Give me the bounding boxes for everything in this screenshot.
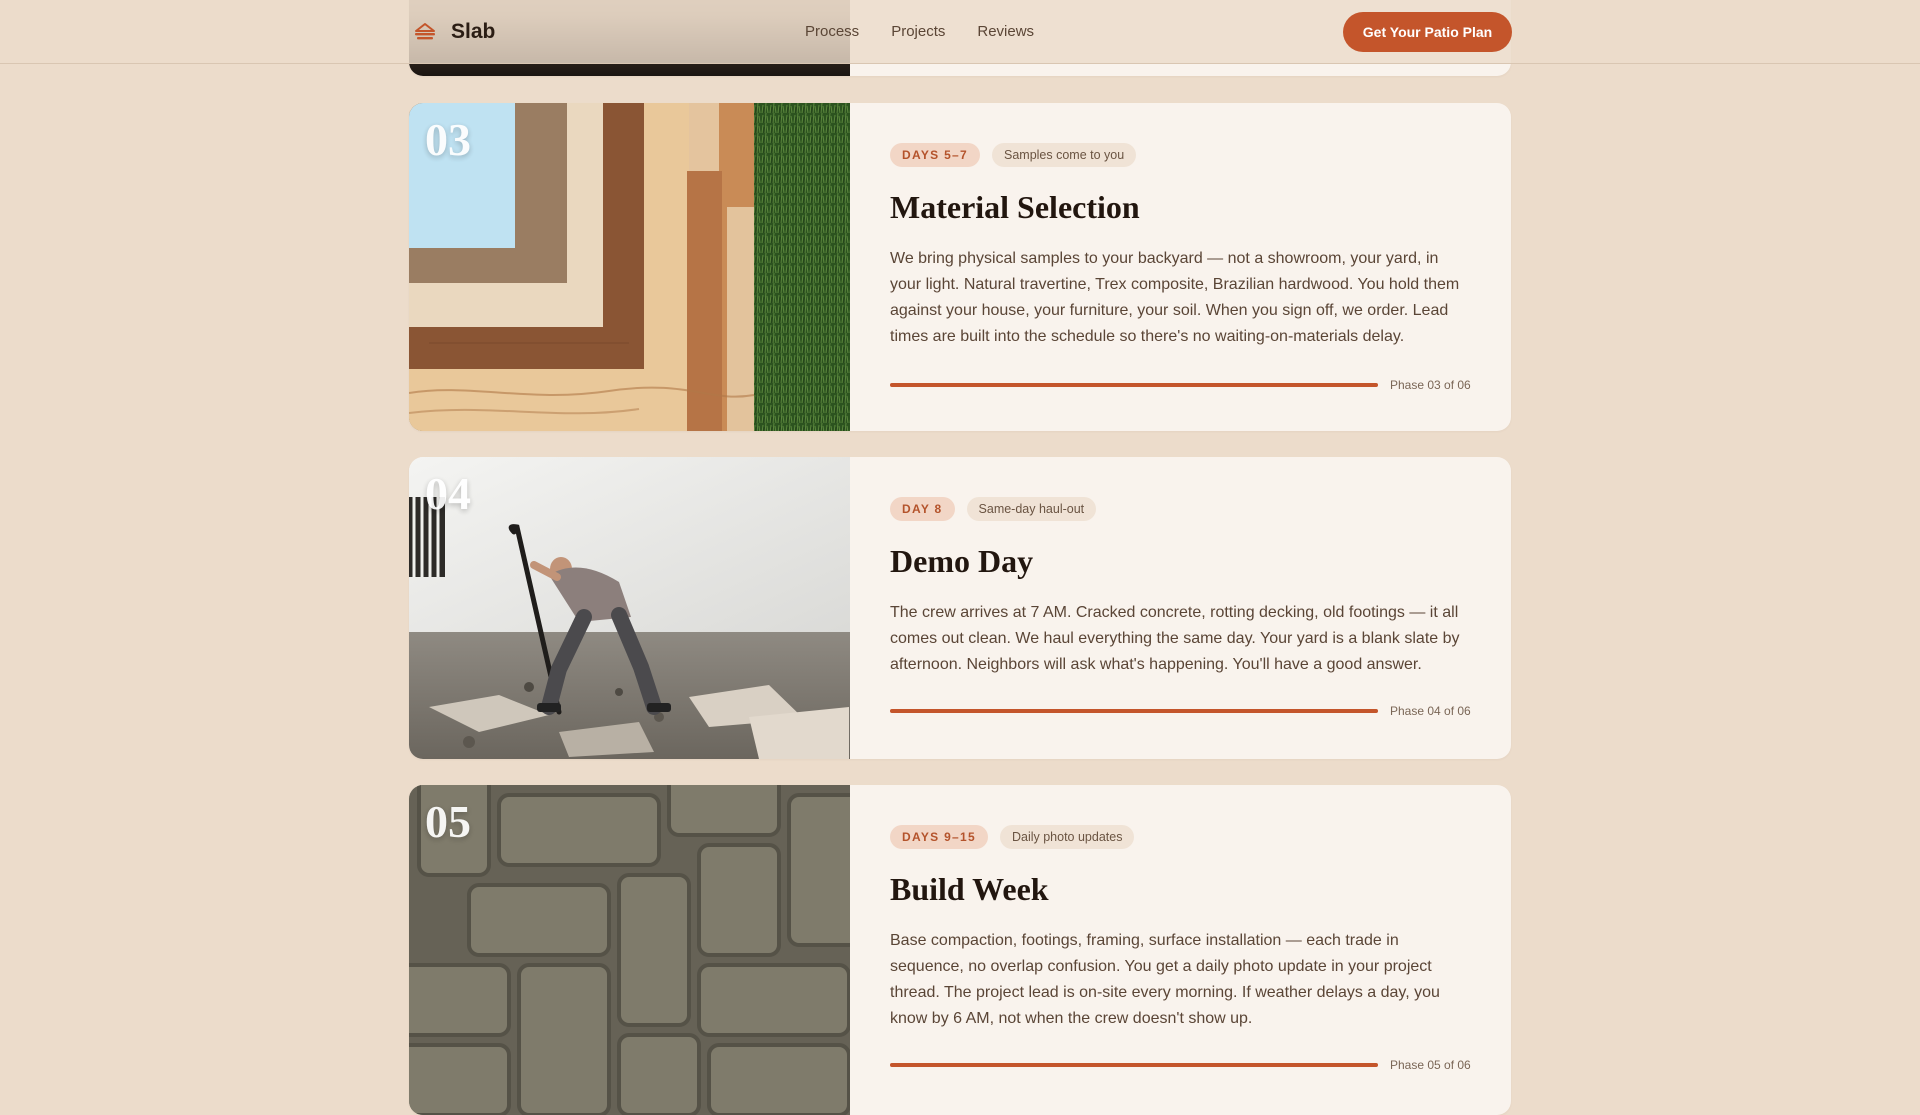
phase-tags: DAYS 5–7 Samples come to you bbox=[890, 143, 1137, 167]
primary-nav: Process Projects Reviews bbox=[805, 20, 1034, 44]
brand-name: Slab bbox=[451, 20, 496, 43]
build-week-image: 05 bbox=[409, 785, 850, 1115]
nav-link-reviews[interactable]: Reviews bbox=[977, 20, 1034, 44]
progress-track bbox=[890, 1063, 1378, 1067]
site-header: Slab Process Projects Reviews Get Your P… bbox=[0, 0, 1920, 64]
progress-label: Phase 05 of 06 bbox=[1390, 1058, 1471, 1072]
progress-fill bbox=[890, 1063, 1378, 1067]
phase-number: 04 bbox=[425, 468, 471, 519]
days-badge: DAYS 5–7 bbox=[890, 143, 980, 167]
note-badge: Samples come to you bbox=[992, 143, 1137, 167]
progress-fill bbox=[890, 709, 1378, 713]
phase-description: The crew arrives at 7 AM. Cracked concre… bbox=[890, 604, 1460, 673]
demo-day-image: 04 bbox=[409, 457, 850, 759]
note-badge: Same-day haul-out bbox=[966, 497, 1097, 521]
stacked-slab-icon bbox=[415, 23, 435, 40]
phase-number: 05 bbox=[425, 796, 471, 847]
note-badge: Daily photo updates bbox=[999, 825, 1135, 849]
material-samples-image: 03 bbox=[409, 103, 850, 431]
phase-title: Demo Day bbox=[890, 543, 1034, 579]
phase-title: Build Week bbox=[890, 871, 1049, 907]
phase-progress: Phase 03 of 06 bbox=[890, 378, 1472, 392]
phase-progress: Phase 05 of 06 bbox=[890, 1058, 1472, 1072]
phase-progress: Phase 04 of 06 bbox=[890, 704, 1472, 718]
phase-title: Material Selection bbox=[890, 189, 1140, 225]
phase-card-04: 04 DAY 8 Same-day haul-out Demo Day The … bbox=[409, 457, 1511, 759]
progress-label: Phase 03 of 06 bbox=[1390, 378, 1471, 392]
progress-fill bbox=[890, 383, 1378, 387]
progress-track bbox=[890, 383, 1378, 387]
get-patio-plan-button[interactable]: Get Your Patio Plan bbox=[1343, 12, 1512, 52]
phase-card-03: 03 DAYS 5–7 Samples come to you Material… bbox=[409, 103, 1511, 431]
progress-label: Phase 04 of 06 bbox=[1390, 704, 1471, 718]
nav-link-process[interactable]: Process bbox=[805, 20, 859, 44]
phase-description: We bring physical samples to your backya… bbox=[890, 250, 1460, 345]
brand-logo[interactable]: Slab bbox=[413, 18, 495, 46]
process-timeline: 03 DAYS 5–7 Samples come to you Material… bbox=[409, 0, 1511, 1115]
phase-number: 03 bbox=[425, 114, 471, 165]
phase-description: Base compaction, footings, framing, surf… bbox=[890, 932, 1440, 1027]
days-badge: DAY 8 bbox=[890, 497, 955, 521]
nav-link-projects[interactable]: Projects bbox=[891, 20, 945, 44]
progress-track bbox=[890, 709, 1378, 713]
phase-tags: DAY 8 Same-day haul-out bbox=[890, 497, 1097, 521]
phase-tags: DAYS 9–15 Daily photo updates bbox=[890, 825, 1135, 849]
phase-card-05: 05 DAYS 9–15 Daily photo updates Build W… bbox=[409, 785, 1511, 1115]
days-badge: DAYS 9–15 bbox=[890, 825, 988, 849]
